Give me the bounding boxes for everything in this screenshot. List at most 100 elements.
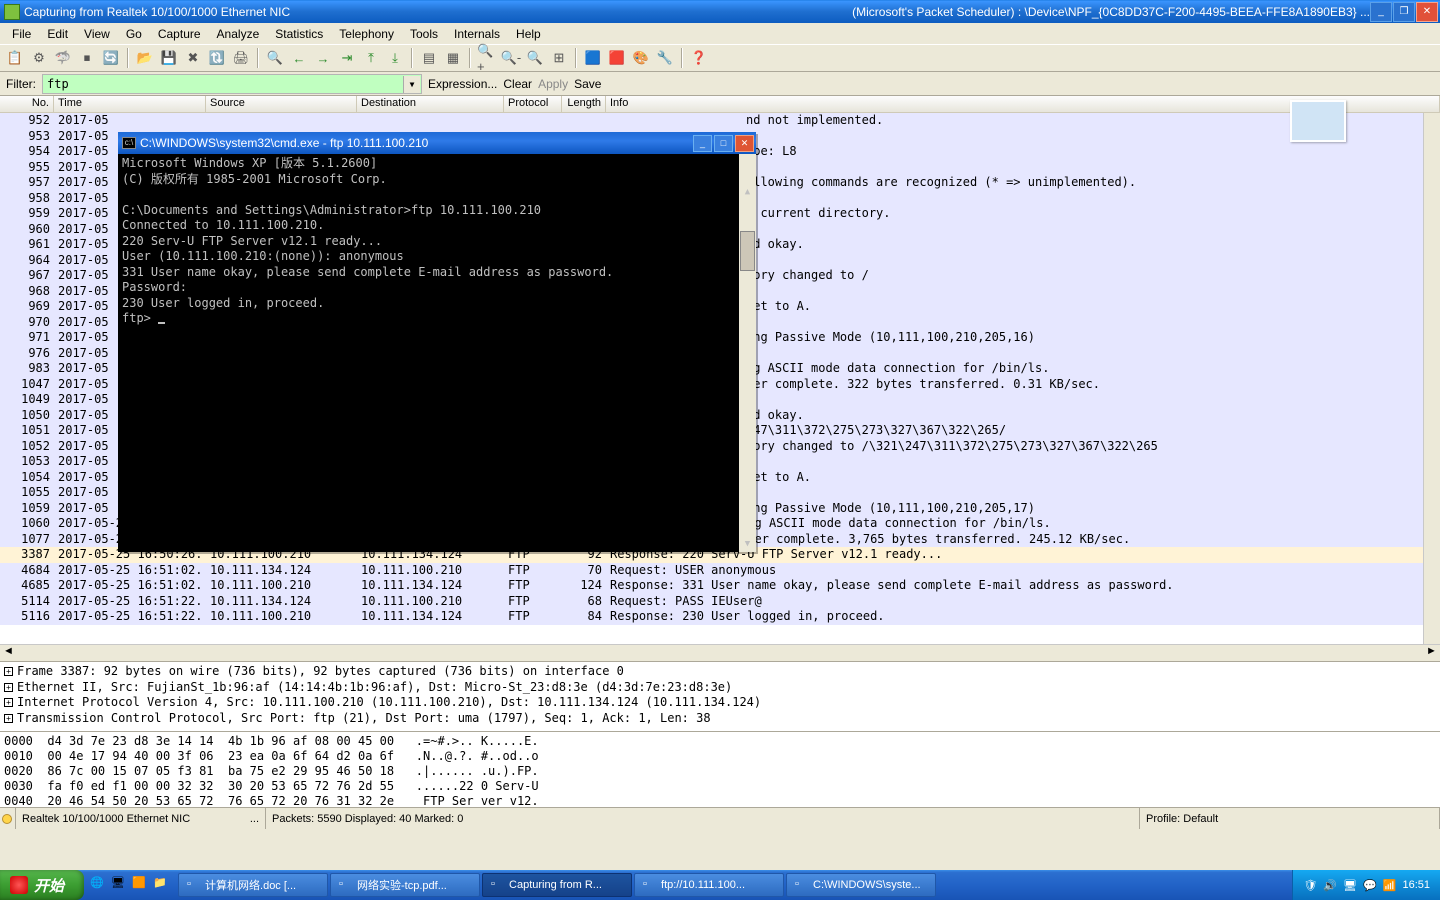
cmd-minimize-button[interactable]: _	[693, 135, 712, 152]
start-button[interactable]: 开始	[0, 870, 84, 900]
filter-label: Filter:	[6, 77, 36, 91]
table-row[interactable]: 46842017-05-25 16:51:02.10.111.134.12410…	[0, 563, 1440, 579]
clock[interactable]: 16:51	[1402, 879, 1430, 891]
menu-tools[interactable]: Tools	[402, 25, 446, 43]
status-packets: Packets: 5590 Displayed: 40 Marked: 0	[266, 808, 1140, 829]
windows-logo-icon	[10, 876, 28, 894]
table-row[interactable]: 51162017-05-25 16:51:22.10.111.100.21010…	[0, 609, 1440, 625]
status-profile: Profile: Default	[1140, 808, 1440, 829]
cmd-close-button[interactable]: ✕	[735, 135, 754, 152]
open-icon[interactable]: 📂	[134, 47, 156, 69]
tray-icon[interactable]: 🛡	[1303, 879, 1317, 892]
capture-filters-icon[interactable]: 🟦	[582, 47, 604, 69]
menu-file[interactable]: File	[4, 25, 39, 43]
zoom-in-icon[interactable]: 🔍+	[476, 47, 498, 69]
save-filter-button[interactable]: Save	[574, 77, 601, 91]
menu-view[interactable]: View	[76, 25, 118, 43]
auto-scroll-icon[interactable]: ▦	[442, 47, 464, 69]
system-tray[interactable]: 🛡 🔊 🖥 💬 📶 16:51	[1292, 870, 1440, 900]
tray-icon[interactable]: 💬	[1363, 879, 1377, 892]
cmd-maximize-button[interactable]: □	[714, 135, 733, 152]
column-headers[interactable]: No. Time Source Destination Protocol Len…	[0, 96, 1440, 113]
interfaces-icon[interactable]: 📋	[4, 47, 26, 69]
stop-capture-icon[interactable]: ⏹	[76, 47, 98, 69]
vertical-scrollbar[interactable]	[1423, 113, 1440, 644]
save-icon[interactable]: 💾	[158, 47, 180, 69]
table-row[interactable]: 51142017-05-25 16:51:22.10.111.134.12410…	[0, 594, 1440, 610]
table-row[interactable]: 46852017-05-25 16:51:02.10.111.100.21010…	[0, 578, 1440, 594]
detail-item[interactable]: +Transmission Control Protocol, Src Port…	[4, 711, 1436, 727]
chevron-down-icon[interactable]: ▼	[403, 76, 420, 93]
image-preview-icon[interactable]	[1290, 100, 1346, 142]
go-last-icon[interactable]: ⤓	[384, 47, 406, 69]
menu-telephony[interactable]: Telephony	[331, 25, 402, 43]
preferences-icon[interactable]: 🔧	[654, 47, 676, 69]
window-title-left: Capturing from Realtek 10/100/1000 Ether…	[24, 5, 290, 19]
packet-bytes[interactable]: 0000 d4 3d 7e 23 d8 3e 14 14 4b 1b 96 af…	[0, 731, 1440, 807]
detail-item[interactable]: +Internet Protocol Version 4, Src: 10.11…	[4, 695, 1436, 711]
restart-capture-icon[interactable]: 🔄	[100, 47, 122, 69]
toolbar: 📋 ⚙ 🦈 ⏹ 🔄 📂 💾 ✖ 🔃 🖨 🔍 ← → ⇥ ⤒ ⤓ ▤ ▦ 🔍+ 🔍…	[0, 44, 1440, 72]
start-capture-icon[interactable]: 🦈	[52, 47, 74, 69]
tray-icon[interactable]: 🖥	[1343, 879, 1357, 892]
go-first-icon[interactable]: ⤒	[360, 47, 382, 69]
filter-bar: Filter: ftp▼ Expression... Clear Apply S…	[0, 72, 1440, 96]
detail-item[interactable]: +Ethernet II, Src: FujianSt_1b:96:af (14…	[4, 680, 1436, 696]
zoom-reset-icon[interactable]: 🔍	[524, 47, 546, 69]
expression-button[interactable]: Expression...	[428, 77, 497, 91]
wireshark-titlebar[interactable]: Capturing from Realtek 10/100/1000 Ether…	[0, 0, 1440, 23]
taskbar-item[interactable]: ▫计算机网络.doc [...	[178, 873, 328, 897]
tray-icon[interactable]: 🔊	[1323, 879, 1337, 892]
taskbar-item[interactable]: ▫网络实验-tcp.pdf...	[330, 873, 480, 897]
desktop-icon[interactable]: 🖥	[111, 876, 129, 894]
ie-icon[interactable]: 🌐	[90, 876, 108, 894]
resize-cols-icon[interactable]: ⊞	[548, 47, 570, 69]
help-icon[interactable]: ❓	[688, 47, 710, 69]
horizontal-scrollbar[interactable]: ◄►	[0, 644, 1440, 661]
menu-capture[interactable]: Capture	[150, 25, 209, 43]
menu-analyze[interactable]: Analyze	[209, 25, 268, 43]
apply-button[interactable]: Apply	[538, 77, 568, 91]
taskbar-item[interactable]: ▫Capturing from R...	[482, 873, 632, 897]
taskbar[interactable]: 开始 🌐 🖥 🟧 📁 ▫计算机网络.doc [...▫网络实验-tcp.pdf.…	[0, 870, 1440, 900]
go-forward-icon[interactable]: →	[312, 47, 334, 69]
menubar: File Edit View Go Capture Analyze Statis…	[0, 23, 1440, 44]
menu-edit[interactable]: Edit	[39, 25, 76, 43]
menu-internals[interactable]: Internals	[446, 25, 508, 43]
reload-icon[interactable]: 🔃	[206, 47, 228, 69]
detail-item[interactable]: +Frame 3387: 92 bytes on wire (736 bits)…	[4, 664, 1436, 680]
display-filters-icon[interactable]: 🟥	[606, 47, 628, 69]
zoom-out-icon[interactable]: 🔍-	[500, 47, 522, 69]
quick-launch: 🌐 🖥 🟧 📁	[90, 876, 171, 894]
menu-help[interactable]: Help	[508, 25, 549, 43]
close-button[interactable]: ✕	[1416, 2, 1438, 22]
colorize-icon[interactable]: ▤	[418, 47, 440, 69]
cmd-body[interactable]: Microsoft Windows XP [版本 5.1.2600](C) 版权…	[118, 154, 756, 552]
maximize-button[interactable]: ❐	[1393, 2, 1415, 22]
table-row[interactable]: 9522017-05nd not implemented.	[0, 113, 1440, 129]
options-icon[interactable]: ⚙	[28, 47, 50, 69]
go-back-icon[interactable]: ←	[288, 47, 310, 69]
minimize-button[interactable]: _	[1370, 2, 1392, 22]
coloring-rules-icon[interactable]: 🎨	[630, 47, 652, 69]
cmd-window[interactable]: c:\ C:\WINDOWS\system32\cmd.exe - ftp 10…	[118, 132, 756, 552]
cmd-titlebar[interactable]: c:\ C:\WINDOWS\system32\cmd.exe - ftp 10…	[118, 132, 756, 154]
cmd-title: C:\WINDOWS\system32\cmd.exe - ftp 10.111…	[140, 136, 428, 150]
menu-statistics[interactable]: Statistics	[267, 25, 331, 43]
find-icon[interactable]: 🔍	[264, 47, 286, 69]
expert-info-icon[interactable]	[2, 814, 12, 824]
packet-details[interactable]: +Frame 3387: 92 bytes on wire (736 bits)…	[0, 661, 1440, 731]
folder-icon[interactable]: 📁	[153, 876, 171, 894]
window-title-right: (Microsoft's Packet Scheduler) : \Device…	[852, 5, 1370, 19]
wireshark-logo-icon	[4, 4, 20, 20]
taskbar-item[interactable]: ▫ftp://10.111.100...	[634, 873, 784, 897]
tray-icon[interactable]: 📶	[1383, 879, 1397, 892]
menu-go[interactable]: Go	[118, 25, 150, 43]
print-icon[interactable]: 🖨	[230, 47, 252, 69]
go-to-icon[interactable]: ⇥	[336, 47, 358, 69]
taskbar-item[interactable]: ▫C:\WINDOWS\syste...	[786, 873, 936, 897]
app-icon[interactable]: 🟧	[132, 876, 150, 894]
close-file-icon[interactable]: ✖	[182, 47, 204, 69]
filter-input[interactable]: ftp▼	[42, 74, 422, 94]
clear-button[interactable]: Clear	[503, 77, 532, 91]
